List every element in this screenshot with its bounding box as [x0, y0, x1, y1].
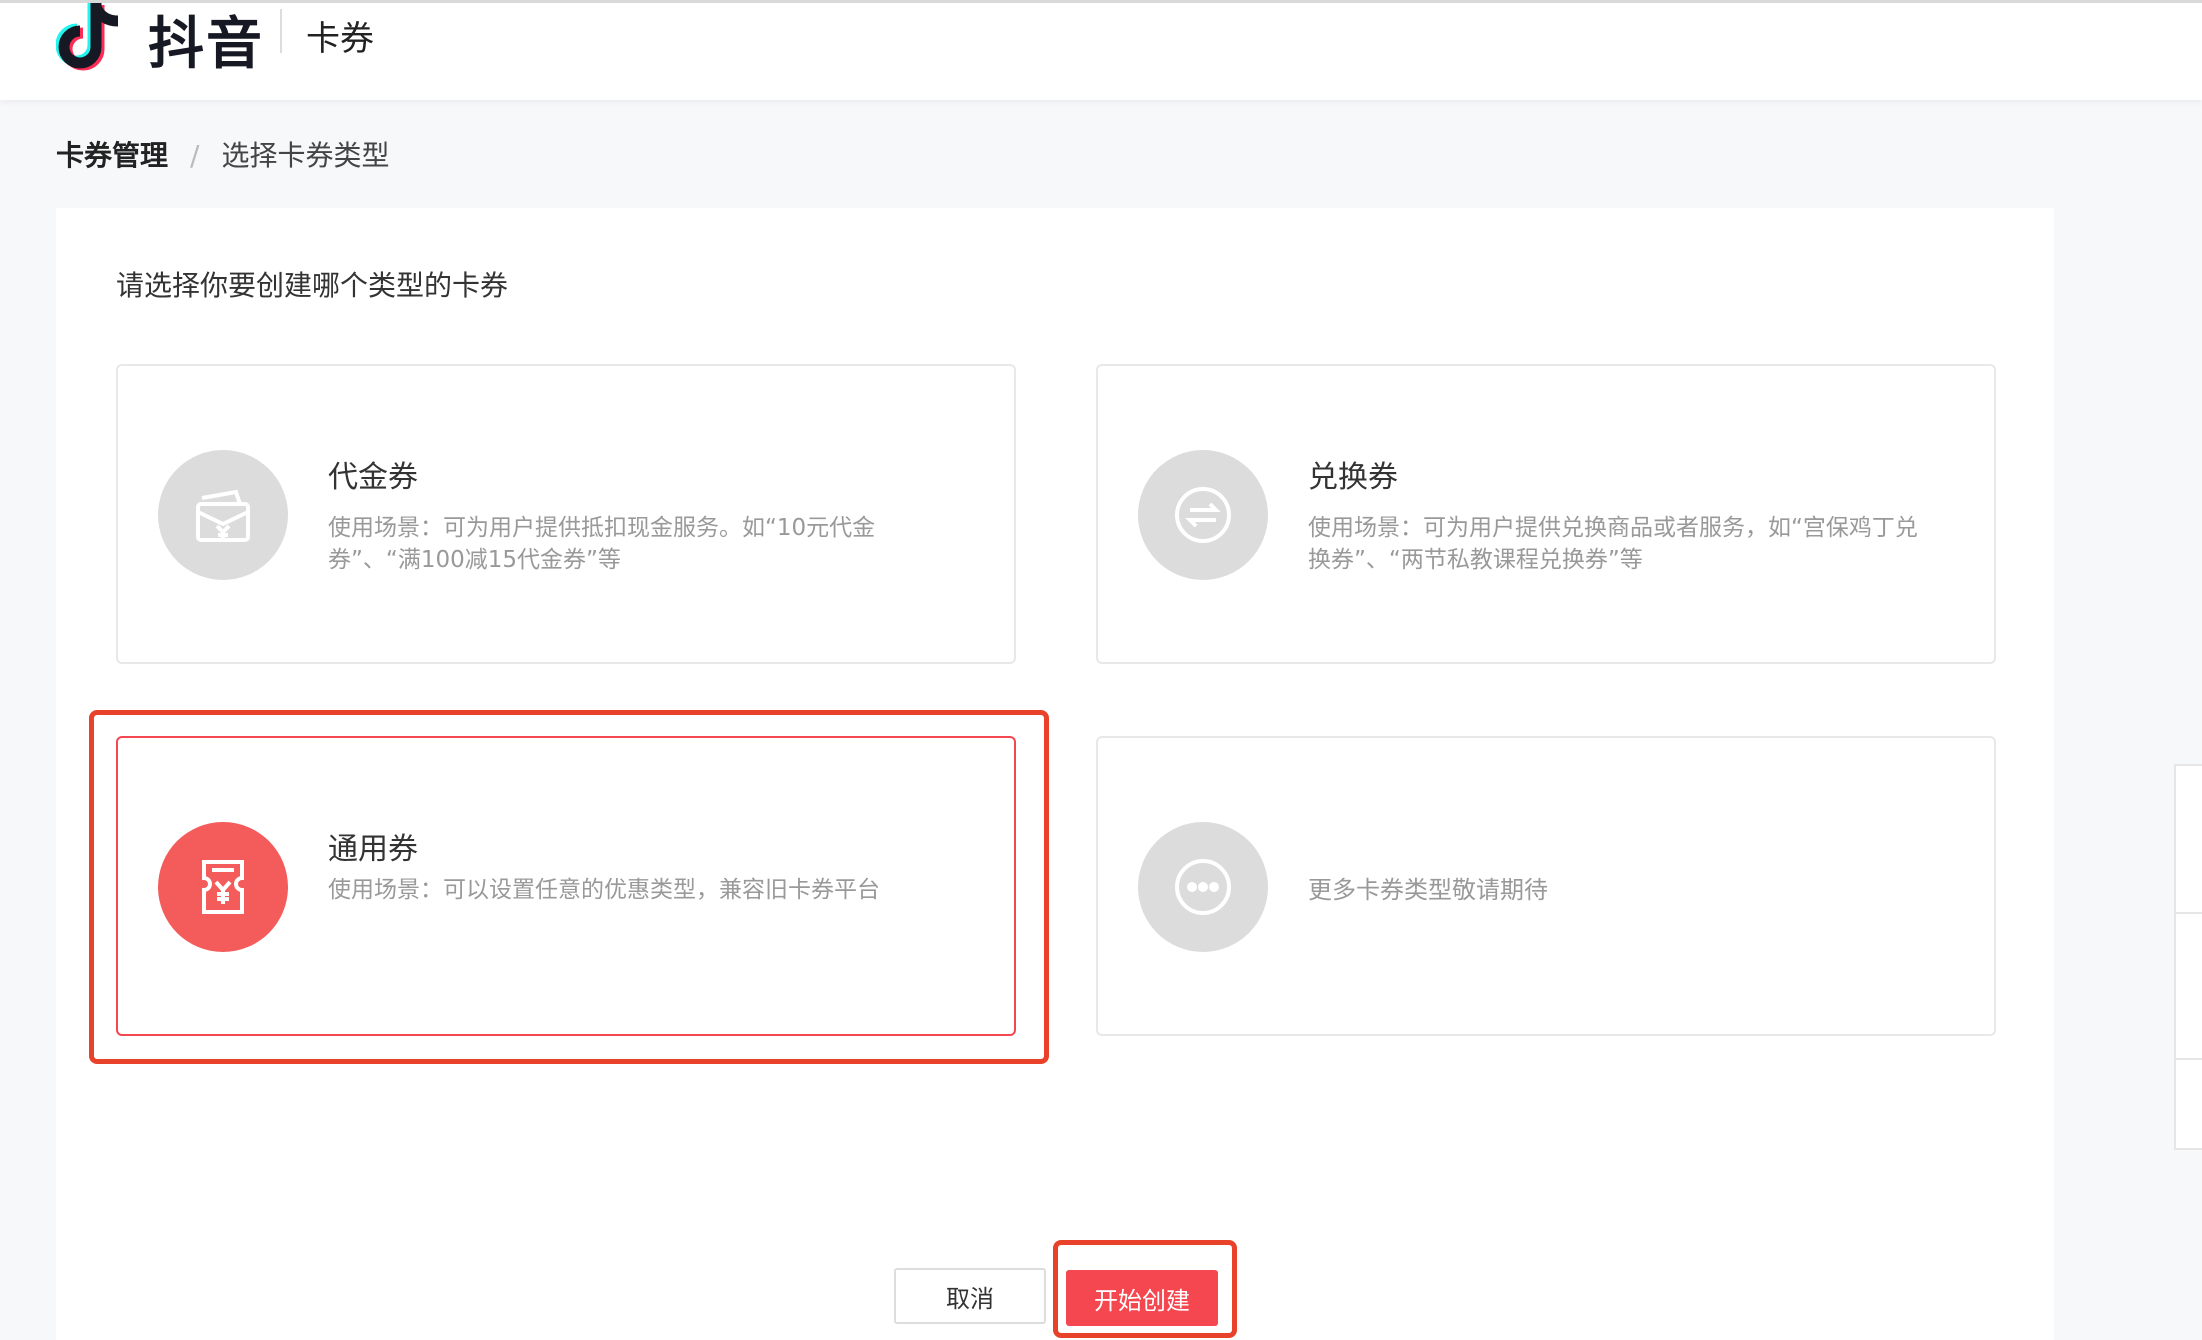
page-prompt: 请选择你要创建哪个类型的卡券: [116, 269, 509, 302]
highlight-annotation-button: [1053, 1240, 1237, 1338]
coming-soon-text: 更多卡券类型敬请期待: [1308, 876, 1548, 904]
card-voucher[interactable]: 代金券 使用场景：可为用户提供抵扣现金服务。如“10元代金券”、“满100减15…: [116, 364, 1016, 664]
card-title: 兑换券: [1308, 460, 1398, 495]
more-dots-icon: [1138, 822, 1268, 952]
card-description: 使用场景：可为用户提供兑换商品或者服务，如“宫保鸡丁兑换券”、“两节私教课程兑换…: [1308, 515, 1918, 573]
highlight-annotation-card: [89, 710, 1049, 1064]
breadcrumb-root-link[interactable]: 卡券管理: [56, 139, 168, 172]
card-more: 更多卡券类型敬请期待: [1096, 736, 1996, 1036]
top-header: 抖音 卡券: [0, 0, 2202, 100]
breadcrumb-separator: /: [190, 139, 200, 172]
douyin-logo-icon[interactable]: [56, 3, 134, 73]
cancel-button[interactable]: 取消: [894, 1268, 1046, 1324]
breadcrumb-current: 选择卡券类型: [221, 139, 390, 172]
wallet-yen-icon: [158, 450, 288, 580]
breadcrumb: 卡券管理 / 选择卡券类型: [56, 134, 389, 174]
brand-divider: [280, 9, 282, 53]
toolbar-divider: [2176, 912, 2202, 914]
exchange-icon: [1138, 450, 1268, 580]
floating-side-toolbar[interactable]: [2174, 764, 2202, 1150]
card-description: 使用场景：可为用户提供抵扣现金服务。如“10元代金券”、“满100减15代金券”…: [328, 515, 876, 573]
brand-name: 抖音: [148, 12, 264, 77]
product-name: 卡券: [306, 19, 374, 59]
card-title: 代金券: [328, 460, 418, 495]
toolbar-divider: [2176, 1058, 2202, 1060]
card-exchange[interactable]: 兑换券 使用场景：可为用户提供兑换商品或者服务，如“宫保鸡丁兑换券”、“两节私教…: [1096, 364, 1996, 664]
